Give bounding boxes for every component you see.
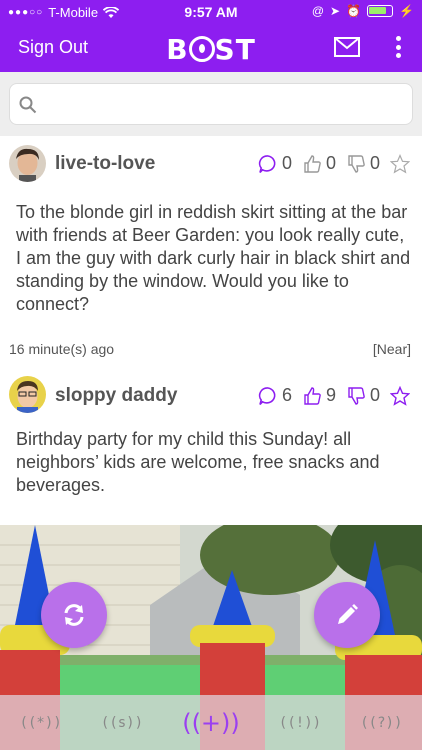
lock-rotation-icon: @ <box>311 4 325 18</box>
search-icon <box>19 96 37 114</box>
logo-pin-icon <box>188 36 215 62</box>
logo-text-prefix: B <box>166 33 189 66</box>
compose-button[interactable] <box>314 582 380 648</box>
location-icon: ➤ <box>330 4 341 18</box>
tab-help[interactable]: ((?)) <box>360 715 402 731</box>
status-bar: ●●●○○ T-Mobile 9:57 AM @ ➤ ⏰ ⚡ <box>0 0 422 24</box>
tab-s[interactable]: ((s)) <box>101 715 143 731</box>
post-text: To the blonde girl in reddish skirt sitt… <box>16 202 411 314</box>
post-stats: 6 9 0 <box>258 385 410 406</box>
tab-all[interactable]: ((*)) <box>20 715 62 731</box>
thumbs-up-icon[interactable] <box>302 386 322 406</box>
post-username[interactable]: live-to-love <box>55 153 155 175</box>
like-count: 9 <box>325 385 336 405</box>
star-icon[interactable] <box>390 153 410 174</box>
post-stats: 0 0 0 <box>258 153 410 174</box>
refresh-icon <box>64 604 84 626</box>
post-text: Birthday party for my child this Sunday!… <box>16 429 380 495</box>
search-area <box>0 72 422 136</box>
post-username[interactable]: sloppy daddy <box>55 385 177 407</box>
pencil-icon <box>338 604 358 624</box>
avatar[interactable] <box>9 145 46 182</box>
post-time: 16 minute(s) ago <box>9 341 115 357</box>
search-input[interactable] <box>9 83 413 125</box>
comment-icon[interactable] <box>258 386 278 406</box>
avatar[interactable] <box>9 376 46 413</box>
thumbs-down-icon[interactable] <box>346 386 366 406</box>
comment-count: 6 <box>281 385 292 405</box>
alarm-icon: ⏰ <box>346 4 362 18</box>
comment-count: 0 <box>281 153 292 173</box>
like-count: 0 <box>325 153 336 173</box>
logo-text-suffix: ST <box>214 33 256 66</box>
tab-alert[interactable]: ((!)) <box>279 715 321 731</box>
post-item: live-to-love 0 0 0 To the blonde girl in… <box>0 136 422 370</box>
more-vertical-icon[interactable] <box>390 34 406 60</box>
thumbs-up-icon[interactable] <box>302 154 322 174</box>
comment-icon[interactable] <box>258 154 278 174</box>
top-bar: ●●●○○ T-Mobile 9:57 AM @ ➤ ⏰ ⚡ Sign Out … <box>0 0 422 72</box>
dislike-count: 0 <box>369 385 380 405</box>
dislike-count: 0 <box>369 153 380 173</box>
star-icon[interactable] <box>390 385 410 406</box>
refresh-button[interactable] <box>41 582 107 648</box>
post-item: sloppy daddy 6 9 0 Birthday party for my… <box>0 370 422 525</box>
battery-icon <box>367 5 394 17</box>
post-distance: [Near] <box>372 341 411 357</box>
mail-icon[interactable] <box>334 37 360 57</box>
nav-bar: Sign Out B ST <box>0 24 422 72</box>
tab-add[interactable]: ((+)) <box>182 709 240 737</box>
thumbs-down-icon[interactable] <box>346 154 366 174</box>
bottom-tab-bar: ((*)) ((s)) ((+)) ((!)) ((?)) <box>0 695 422 750</box>
post-meta: 16 minute(s) ago [Near] <box>9 341 413 357</box>
charging-icon: ⚡ <box>399 4 414 18</box>
